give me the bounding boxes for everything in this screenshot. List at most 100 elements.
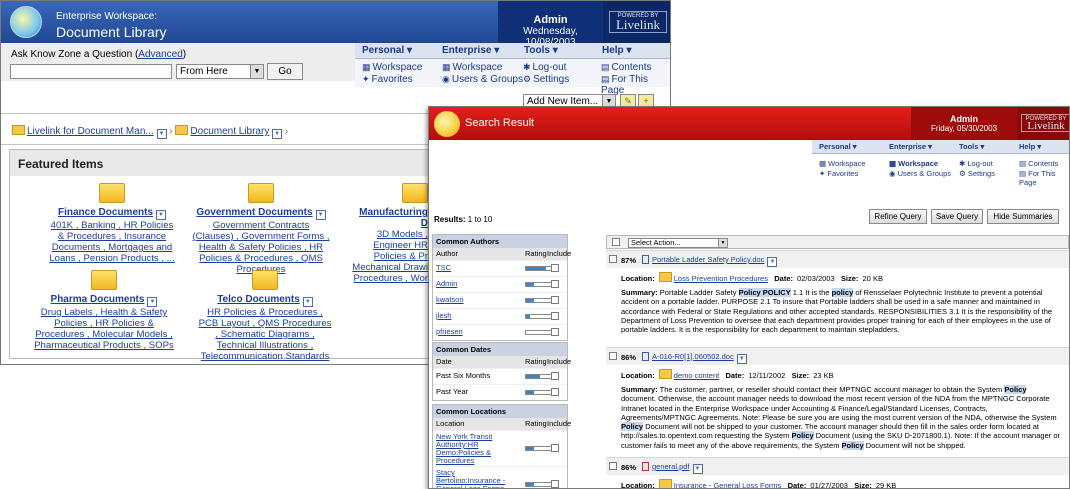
location-link[interactable]: Loss Prevention Procedures <box>674 274 768 283</box>
result-checkbox[interactable] <box>609 255 617 263</box>
hide-summaries-button[interactable]: Hide Summaries <box>987 209 1059 224</box>
folder-icon[interactable] <box>252 270 278 290</box>
menu-logout[interactable]: ✱ Log-out <box>959 159 993 168</box>
result-checkbox[interactable] <box>609 352 617 360</box>
facet-label[interactable]: Stacy Bertolino:Insurance - General Loss… <box>436 469 506 489</box>
chevron-down-icon[interactable]: ▼ <box>156 129 167 139</box>
menu-personal[interactable]: Personal ▾ <box>355 43 435 59</box>
include-checkbox[interactable] <box>551 312 559 320</box>
result-checkbox[interactable] <box>609 462 617 470</box>
facet-label[interactable]: pfriesen <box>436 327 463 336</box>
result-size: 29 KB <box>875 481 897 489</box>
category-links[interactable]: Government Contracts (Clauses) , Governm… <box>192 220 329 275</box>
users-icon: ◉ <box>442 74 450 84</box>
include-checkbox[interactable] <box>551 480 559 488</box>
summary-text: 1.1 It is the <box>790 288 832 297</box>
scope-select[interactable]: From Here ▼ <box>176 64 264 79</box>
settings-icon: ⚙ <box>523 74 532 84</box>
chevron-down-icon[interactable]: ▼ <box>272 129 283 139</box>
menu-for-this-page[interactable]: ▤ For This Page <box>1019 169 1069 187</box>
chevron-down-icon[interactable]: ▼ <box>767 257 778 267</box>
folder-icon[interactable] <box>402 183 428 203</box>
chevron-down-icon: ▼ <box>147 297 158 307</box>
menu-enterprise[interactable]: Enterprise ▾ <box>882 140 952 154</box>
question-input[interactable] <box>10 64 172 79</box>
menu-for-this-page[interactable]: ▤ For This Page <box>601 74 670 96</box>
facet-label[interactable]: kwatson <box>436 295 464 304</box>
livelink-globe-icon <box>434 111 460 137</box>
category-links[interactable]: Drug Labels , Health & Safety Policies ,… <box>34 307 174 351</box>
category-title[interactable]: Manufacturing D <box>359 207 428 229</box>
pdf-icon <box>642 462 649 471</box>
menu-personal-favorites[interactable]: ✦ Favorites <box>819 169 858 178</box>
save-query-button[interactable]: Save Query <box>931 209 983 224</box>
refine-query-button[interactable]: Refine Query <box>869 209 927 224</box>
menu-personal-workspace[interactable]: ▦ Workspace <box>819 159 866 168</box>
facet-label: Past Six Months <box>436 371 491 380</box>
location-link[interactable]: Insurance - General Loss Forms <box>674 481 782 488</box>
category-links[interactable]: HR Policies & Procedures , PCB Layout , … <box>199 307 332 362</box>
menu-enterprise-workspace[interactable]: ▦ Workspace <box>889 159 938 168</box>
folder-icon[interactable] <box>91 270 117 290</box>
include-checkbox[interactable] <box>551 444 559 452</box>
menu-help[interactable]: Help ▾ <box>595 43 670 59</box>
go-button[interactable]: Go <box>267 63 303 80</box>
select-all-checkbox[interactable] <box>612 238 620 246</box>
menu-settings[interactable]: ⚙ Settings <box>959 169 995 178</box>
menu-logout[interactable]: ✱ Log-out <box>523 62 566 73</box>
advanced-link[interactable]: Advanced <box>138 49 182 60</box>
category-pharma: Pharma Documents ▼ Drug Labels , Health &… <box>32 270 176 351</box>
menu-contents[interactable]: ▤ Contents <box>601 62 652 73</box>
include-checkbox[interactable] <box>551 264 559 272</box>
menu-users-groups[interactable]: ◉ Users & Groups <box>889 169 951 178</box>
include-checkbox[interactable] <box>551 372 559 380</box>
location-link[interactable]: demo content <box>674 371 719 380</box>
user-info: Admin Friday, 05/30/2003 <box>911 107 1017 140</box>
result-link[interactable]: A-016-R0[1].060502.doc <box>652 352 734 361</box>
workspace-icon: ▦ <box>442 62 451 72</box>
include-checkbox[interactable] <box>551 388 559 396</box>
select-action-dropdown[interactable]: Select Action... ▼ <box>628 238 728 248</box>
include-checkbox[interactable] <box>551 280 559 288</box>
chevron-down-icon[interactable]: ▼ <box>736 354 747 364</box>
folder-icon[interactable] <box>248 183 274 203</box>
menu-personal-favorites[interactable]: ✦ Favorites <box>362 74 413 85</box>
meta-label: Date: <box>787 481 807 489</box>
result-item: 86% general.pdf ▼ Location: Insurance - Gene… <box>606 457 1069 489</box>
menu-users-groups[interactable]: ◉ Users & Groups <box>442 74 523 85</box>
menu-enterprise[interactable]: Enterprise ▾ <box>435 43 517 59</box>
facet-label[interactable]: New York Transit Authority:HR Demo:Polic… <box>436 433 506 465</box>
include-checkbox[interactable] <box>551 328 559 336</box>
facet-row: kwatson <box>433 292 567 308</box>
contents-icon: ▤ <box>601 62 610 72</box>
menu-contents[interactable]: ▤ Contents <box>1019 159 1058 168</box>
facet-row: New York Transit Authority:HR Demo:Polic… <box>433 430 567 466</box>
menu-tools[interactable]: Tools ▾ <box>952 140 1012 154</box>
panel-title: Common Dates <box>433 343 567 356</box>
users-icon: ◉ <box>889 169 898 178</box>
folder-icon <box>12 125 25 135</box>
facet-label[interactable]: Admin <box>436 279 457 288</box>
menu-enterprise-workspace[interactable]: ▦ Workspace <box>442 62 502 73</box>
facet-label[interactable]: jlesh <box>436 311 451 320</box>
category-links[interactable]: 3D Models , Engineer HR Policies & Pr Me… <box>352 229 428 284</box>
chevron-down-icon: ▼ <box>250 65 263 78</box>
facet-label[interactable]: TSC <box>436 263 451 272</box>
folder-icon[interactable] <box>99 183 125 203</box>
result-link[interactable]: Portable Ladder Safety Policy.doc <box>652 255 764 264</box>
menu-tools[interactable]: Tools ▾ <box>517 43 595 59</box>
category-links[interactable]: 401K , Banking , HR Policies & Procedure… <box>49 220 174 264</box>
menu-help[interactable]: Help ▾ <box>1012 140 1069 154</box>
menu-personal-workspace[interactable]: ▦ Workspace <box>362 62 422 73</box>
result-title-row: 86% A-016-R0[1].060502.doc ▼ <box>606 347 1069 365</box>
breadcrumb-root[interactable]: Livelink for Document Man... <box>27 126 154 137</box>
panel-title: Common Locations <box>433 405 567 418</box>
include-checkbox[interactable] <box>551 296 559 304</box>
chevron-down-icon[interactable]: ▼ <box>692 464 703 474</box>
search-highlight: Policy <box>791 431 814 441</box>
workspace-icon: ▦ <box>362 62 371 72</box>
menu-personal[interactable]: Personal ▾ <box>812 140 882 154</box>
result-link[interactable]: general.pdf <box>652 462 690 471</box>
menu-settings[interactable]: ⚙ Settings <box>523 74 569 85</box>
breadcrumb-document-library[interactable]: Document Library <box>190 126 269 137</box>
